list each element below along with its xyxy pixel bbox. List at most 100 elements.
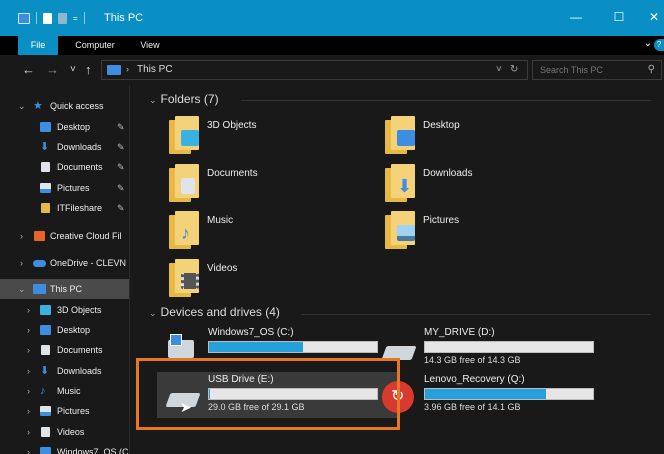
pin-icon[interactable]: ✎ bbox=[117, 157, 125, 177]
sidebar-item-downloads-pc[interactable]: › ⬇ Downloads bbox=[0, 361, 129, 381]
search-input[interactable]: Search This PC bbox=[540, 65, 603, 75]
expand-chevron-icon[interactable]: › bbox=[27, 381, 30, 401]
properties-icon[interactable] bbox=[43, 12, 52, 24]
sidebar-item-label: OneDrive - CLEVN bbox=[50, 258, 127, 268]
folder-label: Desktop bbox=[423, 120, 460, 131]
sidebar-item-label: Downloads bbox=[57, 366, 102, 376]
document-icon bbox=[181, 178, 195, 194]
new-folder-icon[interactable] bbox=[58, 12, 67, 24]
sidebar-item-pictures[interactable]: Pictures ✎ bbox=[0, 178, 129, 198]
sidebar-item-downloads[interactable]: ⬇ Downloads ✎ bbox=[0, 137, 129, 157]
drive-name: Windows7_OS (C:) bbox=[208, 327, 294, 338]
sidebar-item-pictures-pc[interactable]: › Pictures bbox=[0, 401, 129, 421]
sidebar-item-desktop[interactable]: Desktop ✎ bbox=[0, 117, 129, 137]
sidebar-item-documents-pc[interactable]: › Documents bbox=[0, 340, 129, 360]
desktop-icon bbox=[397, 130, 415, 146]
close-button[interactable]: ✕ bbox=[644, 10, 664, 24]
maximize-button[interactable]: ☐ bbox=[609, 10, 629, 24]
drive-name: MY_DRIVE (D:) bbox=[424, 327, 495, 338]
sidebar-item-label: This PC bbox=[50, 284, 83, 294]
folder-icon: ♪ bbox=[169, 211, 199, 249]
folder-desktop[interactable]: Desktop bbox=[385, 116, 595, 160]
desktop-icon bbox=[40, 122, 51, 132]
tab-view[interactable]: View bbox=[132, 36, 168, 55]
cube-icon bbox=[181, 130, 199, 146]
expand-chevron-icon[interactable]: › bbox=[27, 361, 30, 381]
sidebar-item-documents[interactable]: Documents ✎ bbox=[0, 157, 129, 177]
drive-free-space: 3.96 GB free of 14.1 GB bbox=[424, 402, 521, 412]
minimize-button[interactable]: — bbox=[566, 10, 586, 24]
sidebar-item-quick-access[interactable]: ⌄ ★ Quick access bbox=[0, 96, 129, 116]
expand-chevron-icon[interactable]: › bbox=[27, 442, 30, 454]
sidebar-item-desktop-pc[interactable]: › Desktop bbox=[0, 320, 129, 340]
sidebar-item-music[interactable]: › ♪ Music bbox=[0, 381, 129, 401]
folder-music[interactable]: ♪ Music bbox=[169, 211, 379, 255]
refresh-button[interactable]: ↻ bbox=[510, 64, 518, 75]
sidebar-item-itfileshare[interactable]: ITFileshare ✎ bbox=[0, 198, 129, 218]
folder-3d-objects[interactable]: 3D Objects bbox=[169, 116, 379, 160]
drive-usage-bar bbox=[208, 341, 378, 353]
folder-pictures[interactable]: Pictures bbox=[385, 211, 595, 255]
sidebar-item-label: Creative Cloud Fil bbox=[50, 231, 122, 241]
pictures-icon bbox=[40, 183, 51, 193]
collapse-chevron-icon[interactable]: ⌄ bbox=[149, 95, 157, 105]
highlight-annotation bbox=[136, 358, 400, 430]
folder-icon bbox=[385, 116, 415, 154]
drive-d[interactable]: MY_DRIVE (D:) 14.3 GB free of 14.3 GB bbox=[381, 326, 602, 372]
folder-icon: ⬇ bbox=[385, 164, 415, 202]
search-box[interactable]: Search This PC ⚲ bbox=[532, 60, 662, 80]
computer-icon bbox=[33, 284, 46, 294]
expand-chevron-icon[interactable]: › bbox=[27, 401, 30, 421]
forward-button[interactable]: → bbox=[46, 62, 59, 77]
download-icon: ⬇ bbox=[40, 141, 50, 153]
expand-chevron-icon[interactable]: › bbox=[27, 340, 30, 360]
folder-downloads[interactable]: ⬇ Downloads bbox=[385, 164, 595, 208]
pin-icon[interactable]: ✎ bbox=[117, 117, 125, 137]
window-title: This PC bbox=[104, 12, 144, 24]
cloud-icon bbox=[33, 260, 46, 267]
expand-chevron-icon[interactable]: › bbox=[27, 422, 30, 442]
chevron-down-icon[interactable]: ⌄ bbox=[644, 38, 652, 49]
sidebar-item-windows7-os[interactable]: › Windows7_OS (C bbox=[0, 442, 129, 454]
document-icon bbox=[41, 345, 50, 355]
drive-q[interactable]: ↻ Lenovo_Recovery (Q:) 3.96 GB free of 1… bbox=[382, 373, 602, 419]
sidebar-item-this-pc[interactable]: ⌄ This PC bbox=[0, 279, 129, 299]
pin-icon[interactable]: ✎ bbox=[117, 137, 125, 157]
folder-videos[interactable]: Videos bbox=[169, 259, 379, 303]
expand-chevron-icon[interactable]: › bbox=[20, 253, 23, 273]
devices-group-header[interactable]: ⌄ Devices and drives (4) bbox=[149, 305, 280, 319]
folder-icon bbox=[169, 116, 199, 154]
address-dropdown-button[interactable]: ˅ bbox=[496, 64, 502, 75]
expand-chevron-icon[interactable]: › bbox=[27, 320, 30, 340]
folder-documents[interactable]: Documents bbox=[169, 164, 379, 208]
expand-chevron-icon[interactable]: ⌄ bbox=[18, 96, 26, 116]
tab-file[interactable]: File bbox=[18, 36, 58, 55]
customize-toolbar-icon[interactable]: = bbox=[73, 14, 78, 23]
expand-chevron-icon[interactable]: ⌄ bbox=[18, 279, 26, 299]
video-icon bbox=[181, 273, 199, 289]
drive-usage-fill bbox=[209, 342, 304, 352]
recent-locations-button[interactable]: ˅ bbox=[70, 64, 76, 75]
title-bar[interactable]: = This PC — ☐ ✕ bbox=[0, 0, 664, 36]
expand-chevron-icon[interactable]: › bbox=[27, 300, 30, 320]
sidebar-item-3d-objects[interactable]: › 3D Objects bbox=[0, 300, 129, 320]
video-icon bbox=[41, 427, 50, 437]
tab-computer[interactable]: Computer bbox=[64, 36, 126, 55]
collapse-chevron-icon[interactable]: ⌄ bbox=[149, 308, 157, 318]
breadcrumb-chevron-icon[interactable]: › bbox=[126, 64, 129, 74]
up-button[interactable]: ↑ bbox=[85, 62, 92, 77]
sidebar-item-videos[interactable]: › Videos bbox=[0, 422, 129, 442]
desktop-icon bbox=[40, 325, 51, 335]
folders-group-header[interactable]: ⌄ Folders (7) bbox=[149, 92, 219, 106]
help-button[interactable]: ? bbox=[654, 39, 664, 51]
back-button[interactable]: ← bbox=[22, 62, 35, 77]
expand-chevron-icon[interactable]: › bbox=[20, 226, 23, 246]
breadcrumb[interactable]: This PC bbox=[137, 64, 173, 75]
address-bar[interactable]: › This PC ˅ ↻ bbox=[101, 60, 528, 80]
pin-icon[interactable]: ✎ bbox=[117, 198, 125, 218]
sidebar-item-onedrive[interactable]: › OneDrive - CLEVN bbox=[0, 253, 129, 273]
navigation-pane: ⌄ ★ Quick access Desktop ✎ ⬇ Downloads ✎… bbox=[0, 85, 130, 454]
pin-icon[interactable]: ✎ bbox=[117, 178, 125, 198]
sidebar-item-creative-cloud[interactable]: › Creative Cloud Fil bbox=[0, 226, 129, 246]
folder-icon bbox=[41, 203, 50, 213]
